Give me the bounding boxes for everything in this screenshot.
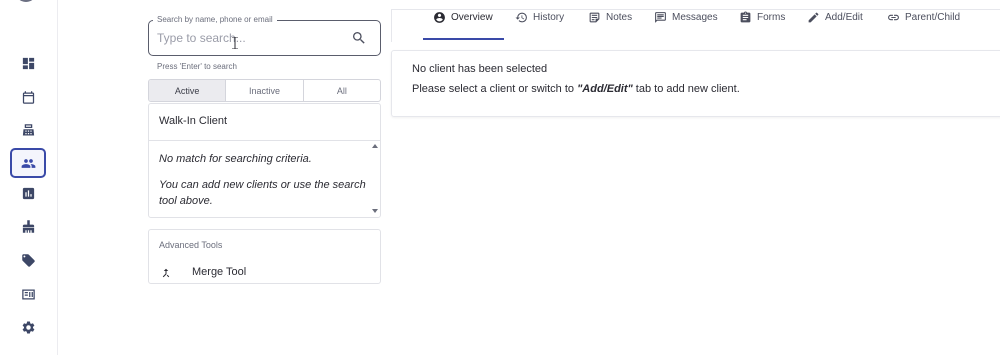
tab-overview-label: Overview — [451, 11, 493, 23]
advanced-tools-title: Advanced Tools — [159, 240, 223, 250]
messages-icon — [655, 11, 666, 23]
nav-dashboard-button[interactable] — [10, 49, 46, 77]
gear-icon — [22, 320, 34, 333]
pencil-icon — [808, 12, 819, 22]
tab-add-edit-label: Add/Edit — [825, 11, 863, 23]
search-legend: Search by name, phone or email — [153, 14, 277, 26]
tab-forms-label: Forms — [757, 11, 786, 23]
nav-settings-button[interactable] — [10, 313, 46, 341]
walk-in-client-item[interactable]: Walk-In Client — [149, 104, 380, 141]
no-client-message: No client has been selected — [412, 63, 548, 75]
nav-calendar-button[interactable] — [10, 83, 46, 111]
filter-tab-active[interactable]: Active — [149, 80, 227, 101]
nav-reports-button[interactable] — [10, 179, 46, 207]
nav-grooming-button[interactable] — [10, 212, 46, 240]
reports-icon — [22, 187, 34, 199]
tab-parent-child-label: Parent/Child — [905, 11, 961, 23]
id-card-icon — [21, 289, 35, 299]
no-match-message: No match for searching criteria. — [159, 153, 312, 165]
client-overview-panel: No client has been selected Please selec… — [391, 50, 1000, 117]
link-icon — [888, 14, 899, 20]
rail-top-arc — [15, 0, 37, 2]
tab-overview[interactable]: Overview — [433, 9, 493, 25]
tab-add-edit[interactable]: Add/Edit — [807, 9, 863, 25]
client-list: Walk-In Client No match for searching cr… — [148, 103, 381, 218]
grooming-icon — [22, 219, 34, 233]
tab-history-label: History — [533, 11, 565, 23]
tab-notes-label: Notes — [606, 11, 633, 23]
search-icon — [353, 32, 365, 44]
client-filter-tabs: Active Inactive All — [148, 79, 381, 102]
merge-icon — [160, 266, 172, 278]
tab-messages-label: Messages — [672, 11, 718, 23]
clipboard-icon — [740, 11, 751, 22]
nav-clients-button[interactable] — [10, 148, 46, 178]
merge-tool-button[interactable]: Merge Tool — [192, 266, 246, 278]
clients-icon — [21, 158, 35, 168]
instruction-prefix: Please select a client or switch to — [412, 83, 578, 95]
tab-notes[interactable]: Notes — [588, 9, 632, 25]
notes-icon — [589, 12, 600, 22]
tag-icon — [21, 253, 35, 267]
scroll-up-arrow[interactable] — [372, 144, 378, 148]
instruction-add-edit-emphasis: "Add/Edit" — [577, 83, 633, 95]
search-button[interactable] — [351, 30, 367, 46]
text-cursor-icon — [232, 37, 238, 49]
nav-tags-button[interactable] — [10, 246, 46, 274]
instruction-suffix: tab to add new client. — [632, 83, 740, 95]
tab-parent-child[interactable]: Parent/Child — [887, 9, 960, 25]
search-input[interactable] — [157, 28, 337, 48]
nav-register-button[interactable] — [10, 116, 46, 144]
history-icon — [515, 12, 527, 22]
left-nav-rail — [0, 0, 58, 355]
active-tab-indicator — [423, 38, 504, 40]
select-client-instruction: Please select a client or switch to "Add… — [412, 83, 740, 95]
filter-tab-all[interactable]: All — [304, 80, 380, 101]
tab-messages[interactable]: Messages — [654, 9, 718, 25]
dashboard-icon — [22, 57, 34, 69]
filter-tab-inactive[interactable]: Inactive — [226, 80, 304, 101]
account-circle-icon — [434, 11, 445, 23]
search-hint: Press 'Enter' to search — [157, 62, 237, 71]
nav-cards-button[interactable] — [10, 280, 46, 308]
tab-history[interactable]: History — [515, 9, 564, 25]
calendar-icon — [22, 90, 34, 104]
scroll-down-arrow[interactable] — [372, 209, 378, 213]
register-icon — [22, 123, 34, 135]
tab-forms[interactable]: Forms — [739, 9, 785, 25]
advanced-tools-panel: Advanced Tools Merge Tool — [148, 229, 381, 284]
add-client-hint: You can add new clients or use the searc… — [159, 179, 366, 207]
